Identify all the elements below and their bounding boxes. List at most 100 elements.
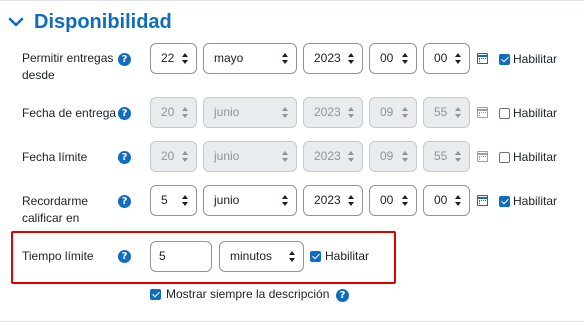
help-icon[interactable]: ? — [336, 289, 349, 302]
year-select[interactable]: 2023 — [303, 185, 363, 216]
hour-value: 00 — [380, 51, 394, 65]
enable-label: Habilitar — [325, 249, 370, 263]
enable-checkbox[interactable] — [310, 251, 321, 262]
help-icon[interactable]: ? — [118, 107, 131, 120]
select-arrows-icon — [348, 53, 355, 65]
field-label: Recordarme calificar en — [22, 194, 89, 225]
year-select[interactable]: 2023 — [303, 141, 363, 172]
hour-select[interactable]: 09 — [369, 97, 417, 128]
hour-select[interactable]: 00 — [369, 185, 417, 216]
year-value: 2023 — [314, 51, 341, 65]
help-icon[interactable]: ? — [118, 151, 131, 164]
chevron-down-icon — [8, 17, 24, 27]
help-icon[interactable]: ? — [118, 195, 131, 208]
day-value: 20 — [161, 105, 175, 119]
minute-value: 55 — [434, 105, 448, 119]
minute-select[interactable]: 00 — [423, 43, 470, 74]
month-select[interactable]: junio — [203, 185, 297, 216]
time-limit-input[interactable]: 5 — [150, 241, 212, 272]
date-row-cutoff-date: Fecha límite ? 20 junio 2023 09 55 Habil… — [0, 140, 584, 174]
select-arrows-icon — [455, 107, 462, 119]
year-value: 2023 — [314, 105, 341, 119]
minute-select[interactable]: 00 — [423, 185, 470, 216]
day-value: 20 — [161, 149, 175, 163]
day-select[interactable]: 20 — [150, 141, 197, 172]
bottom-divider — [0, 321, 584, 322]
enable-label: Habilitar — [513, 150, 558, 164]
day-value: 22 — [161, 51, 175, 65]
enable-checkbox[interactable] — [499, 196, 510, 207]
calendar-icon[interactable] — [477, 107, 488, 118]
hour-value: 09 — [380, 149, 394, 163]
enable-checkbox[interactable] — [499, 108, 510, 119]
top-divider — [0, 0, 584, 1]
select-arrows-icon — [455, 53, 462, 65]
hour-select[interactable]: 00 — [369, 43, 417, 74]
select-arrows-icon — [455, 195, 462, 207]
date-row-remind-grade-by: Recordarme calificar en ? 5 junio 2023 0… — [0, 185, 584, 229]
always-show-description-checkbox[interactable] — [150, 289, 161, 300]
select-arrows-icon — [182, 151, 189, 163]
enable-checkbox[interactable] — [499, 54, 510, 65]
month-value: mayo — [214, 51, 244, 65]
month-value: junio — [214, 105, 240, 119]
always-show-description-label: Mostrar siempre la descripción — [166, 287, 330, 301]
minute-select[interactable]: 55 — [423, 141, 470, 172]
date-row-allow-submissions-from: Permitir entregas desde ? 22 mayo 2023 0… — [0, 42, 584, 82]
field-label: Fecha de entrega — [22, 106, 117, 120]
minute-select[interactable]: 55 — [423, 97, 470, 128]
field-label: Tiempo límite — [22, 249, 94, 263]
minute-value: 00 — [434, 193, 448, 207]
year-value: 2023 — [314, 149, 341, 163]
select-arrows-icon — [402, 195, 409, 207]
time-unit-value: minutos — [230, 249, 273, 263]
field-label: Permitir entregas desde — [22, 51, 114, 82]
date-row-due-date: Fecha de entrega ? 20 junio 2023 09 55 H… — [0, 96, 584, 130]
enable-label: Habilitar — [513, 106, 558, 120]
always-show-description-row: Mostrar siempre la descripción ? — [0, 286, 584, 304]
enable-label: Habilitar — [513, 194, 558, 208]
time-unit-select[interactable]: minutos — [219, 241, 304, 272]
select-arrows-icon — [282, 195, 289, 207]
calendar-icon[interactable] — [477, 53, 488, 64]
select-arrows-icon — [282, 53, 289, 65]
year-value: 2023 — [314, 193, 341, 207]
select-arrows-icon — [455, 151, 462, 163]
minute-value: 00 — [434, 51, 448, 65]
select-arrows-icon — [182, 195, 189, 207]
select-arrows-icon — [402, 107, 409, 119]
section-toggle[interactable]: Disponibilidad — [8, 8, 172, 36]
month-select[interactable]: junio — [203, 141, 297, 172]
month-value: junio — [214, 149, 240, 163]
select-arrows-icon — [402, 151, 409, 163]
help-icon[interactable]: ? — [118, 250, 131, 263]
day-select[interactable]: 20 — [150, 97, 197, 128]
month-value: junio — [214, 193, 240, 207]
enable-checkbox[interactable] — [499, 152, 510, 163]
day-select[interactable]: 22 — [150, 43, 197, 74]
month-select[interactable]: mayo — [203, 43, 297, 74]
select-arrows-icon — [182, 53, 189, 65]
field-label: Fecha límite — [22, 150, 88, 164]
month-select[interactable]: junio — [203, 97, 297, 128]
help-icon[interactable]: ? — [118, 53, 131, 66]
time-limit-row: Tiempo límite ? 5 minutos Habilitar — [0, 240, 584, 274]
select-arrows-icon — [402, 53, 409, 65]
select-arrows-icon — [348, 107, 355, 119]
enable-label: Habilitar — [513, 52, 558, 66]
section-title: Disponibilidad — [34, 10, 172, 33]
year-select[interactable]: 2023 — [303, 43, 363, 74]
select-arrows-icon — [348, 151, 355, 163]
hour-value: 09 — [380, 105, 394, 119]
select-arrows-icon — [182, 107, 189, 119]
hour-select[interactable]: 09 — [369, 141, 417, 172]
day-value: 5 — [161, 193, 168, 207]
day-select[interactable]: 5 — [150, 185, 197, 216]
hour-value: 00 — [380, 193, 394, 207]
select-arrows-icon — [289, 251, 296, 263]
minute-value: 55 — [434, 149, 448, 163]
calendar-icon[interactable] — [477, 151, 488, 162]
calendar-icon[interactable] — [477, 195, 488, 206]
year-select[interactable]: 2023 — [303, 97, 363, 128]
select-arrows-icon — [348, 195, 355, 207]
